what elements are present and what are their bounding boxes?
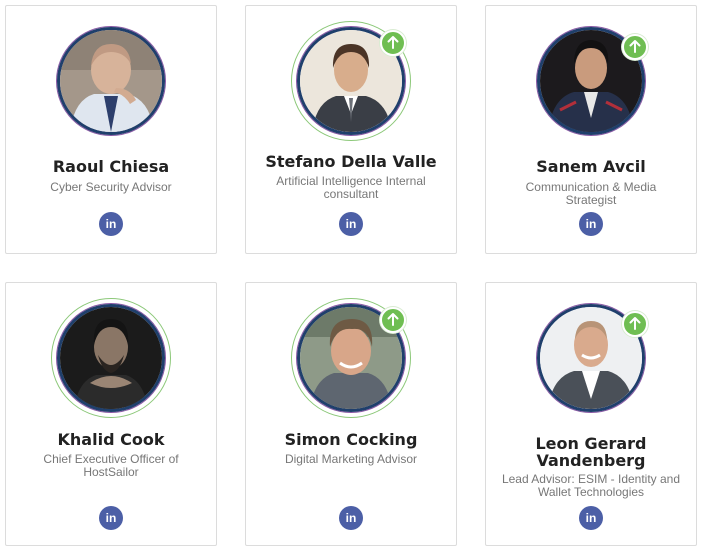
linkedin-icon[interactable]: in [339, 212, 363, 236]
member-name: Khalid Cook [57, 430, 165, 449]
arrow-up-icon [622, 34, 648, 60]
member-name: Sanem Avcil [536, 157, 646, 176]
team-card: Leon Gerard Vandenberg Lead Advisor: ESI… [485, 282, 697, 546]
avatar[interactable] [57, 304, 165, 412]
team-card: Sanem Avcil Communication & Media Strate… [485, 5, 697, 254]
member-name: Raoul Chiesa [52, 157, 170, 176]
member-role: Digital Marketing Advisor [284, 452, 418, 466]
linkedin-icon[interactable]: in [99, 506, 123, 530]
member-role: Lead Advisor: ESIM - Identity and Wallet… [501, 472, 681, 499]
avatar[interactable] [57, 27, 165, 135]
member-role: Cyber Security Advisor [50, 180, 172, 194]
avatar-frame [57, 27, 165, 135]
member-name: Simon Cocking [284, 430, 418, 449]
team-card: Khalid Cook Chief Executive Officer of H… [5, 282, 217, 546]
linkedin-icon[interactable]: in [579, 212, 603, 236]
linkedin-icon[interactable]: in [99, 212, 123, 236]
team-card: Raoul Chiesa Cyber Security Advisor in [5, 5, 217, 254]
member-name: Leon Gerard Vandenberg [535, 434, 647, 470]
arrow-up-icon [380, 30, 406, 56]
member-role: Communication & Media Strategist [525, 180, 657, 207]
linkedin-icon[interactable]: in [579, 506, 603, 530]
avatar-frame [51, 298, 171, 418]
arrow-up-icon [622, 311, 648, 337]
team-card: Stefano Della Valle Artificial Intellige… [245, 5, 457, 254]
arrow-up-icon [380, 307, 406, 333]
team-card: Simon Cocking Digital Marketing Advisor … [245, 282, 457, 546]
linkedin-icon[interactable]: in [339, 506, 363, 530]
member-name: Stefano Della Valle [265, 152, 437, 171]
member-role: Artificial Intelligence Internal consult… [276, 174, 426, 201]
member-role: Chief Executive Officer of HostSailor [43, 452, 179, 479]
